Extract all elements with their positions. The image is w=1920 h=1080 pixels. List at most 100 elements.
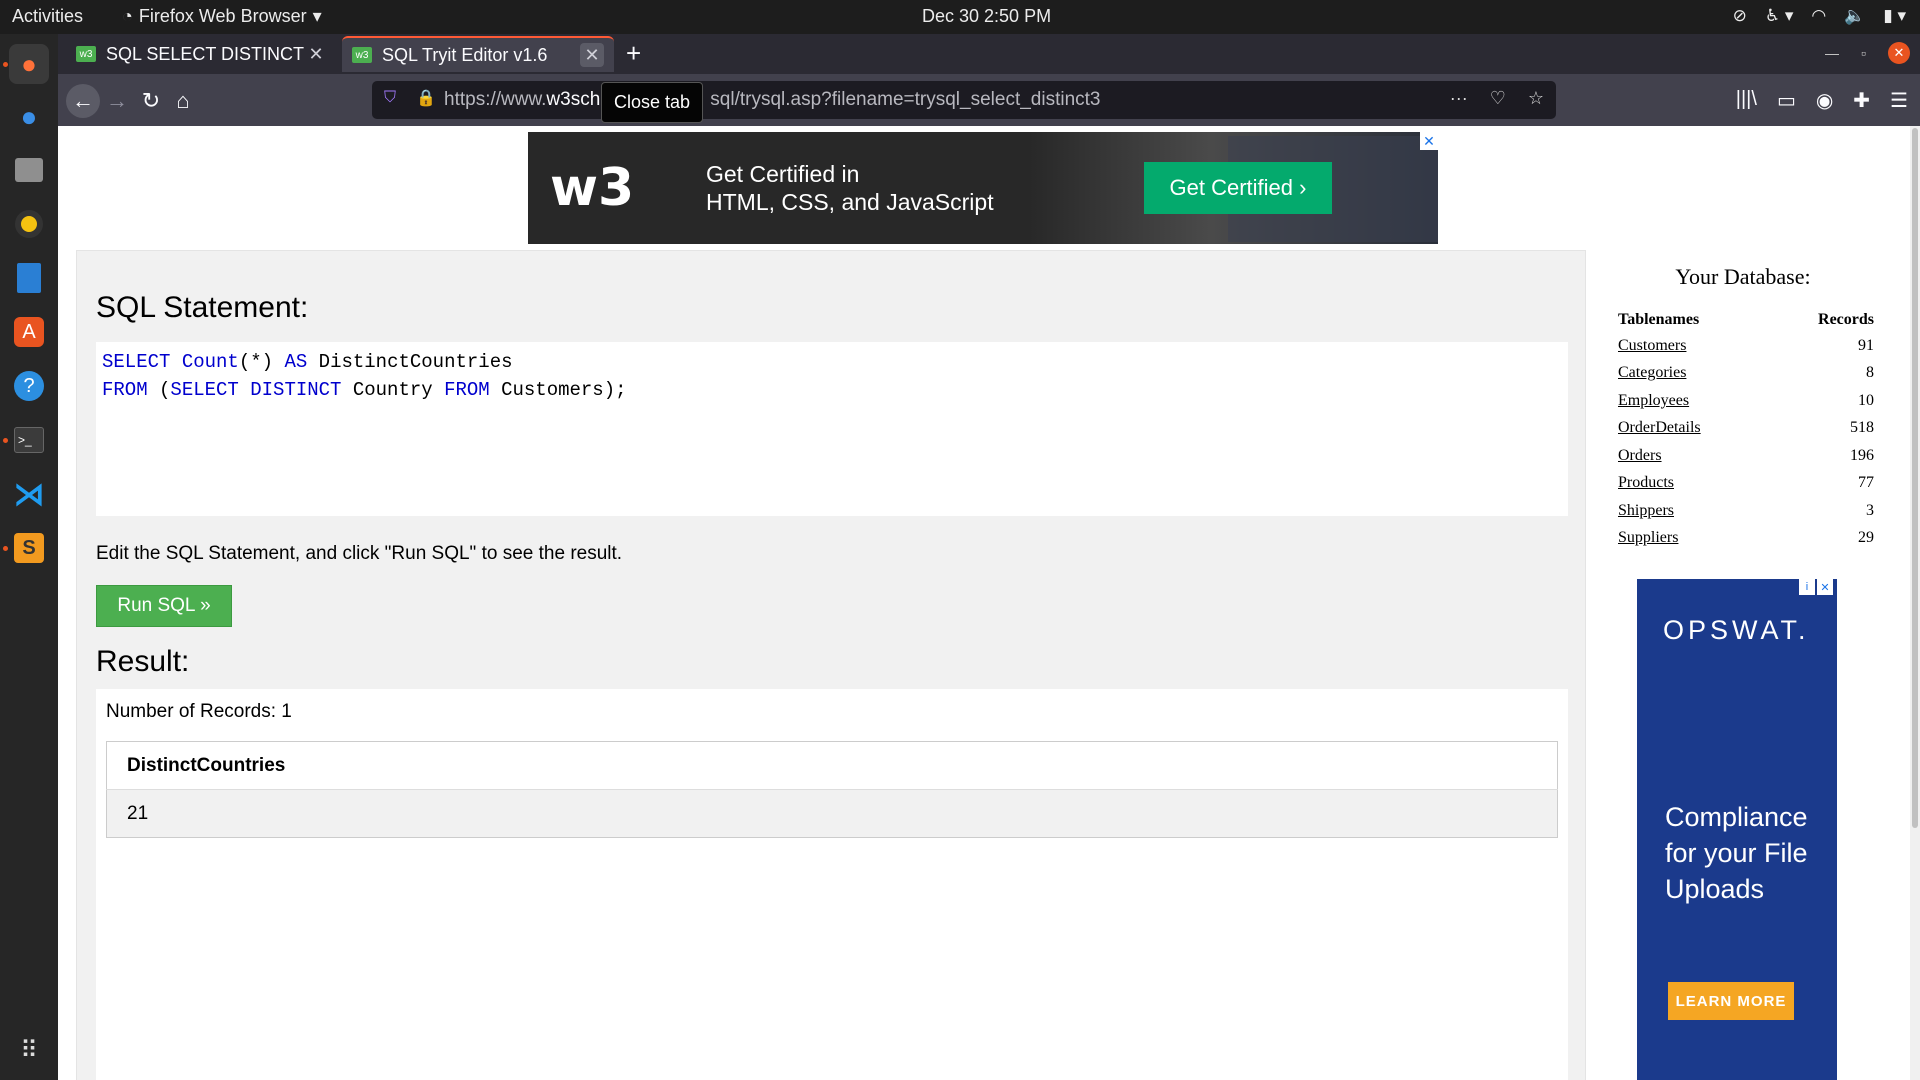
- volume-icon[interactable]: 🔈: [1844, 6, 1865, 26]
- accessibility-icon[interactable]: ♿ ▾: [1765, 6, 1794, 26]
- shield-icon[interactable]: ⛉: [384, 89, 396, 107]
- account-icon[interactable]: ◉: [1816, 88, 1833, 113]
- help-icon[interactable]: ?: [9, 366, 49, 406]
- table-cell: 21: [106, 789, 1558, 838]
- tab-label: SQL Tryit Editor v1.6: [382, 44, 548, 65]
- url-text[interactable]: https://www.w3sch sql/trysql.asp?filename…: [444, 89, 1101, 111]
- learn-more-button[interactable]: LEARN MORE: [1668, 982, 1794, 1020]
- sql-keyword: FROM: [444, 379, 490, 401]
- record-count-cell: 77: [1858, 474, 1874, 492]
- back-icon[interactable]: ←: [66, 84, 100, 118]
- w3-logo: w3: [550, 158, 635, 218]
- files-icon[interactable]: [9, 150, 49, 190]
- url-bar-actions: ··· ♡ ☆: [1450, 88, 1544, 109]
- sidebar-icon[interactable]: ▭: [1777, 88, 1796, 113]
- sql-token: Country: [341, 379, 445, 401]
- thunderbird-icon[interactable]: ●: [9, 97, 49, 137]
- more-actions-icon[interactable]: ···: [1450, 88, 1468, 109]
- wifi-icon[interactable]: ◠: [1811, 6, 1826, 26]
- banner-ad[interactable]: w3 Get Certified in HTML, CSS, and JavaS…: [528, 132, 1438, 244]
- system-tray[interactable]: ⊘ ♿ ▾ ◠ 🔈 ▮ ▾: [1733, 6, 1906, 26]
- code-line-1: SELECT Count(*) AS DistinctCountries: [102, 348, 1562, 376]
- table-row: 21: [106, 789, 1558, 838]
- url-bar[interactable]: ⛉ 🔒 https://www.w3sch sql/trysql.asp?file…: [372, 81, 1556, 119]
- close-icon[interactable]: ✕: [304, 42, 328, 66]
- get-certified-button[interactable]: Get Certified ›: [1144, 162, 1332, 214]
- close-window-icon[interactable]: ✕: [1888, 42, 1910, 64]
- close-tab-tooltip: Close tab: [601, 82, 704, 123]
- running-indicator: [3, 438, 8, 443]
- app-grid-icon[interactable]: ⠿: [9, 1030, 49, 1070]
- record-count-cell: 91: [1858, 336, 1874, 354]
- bookmark-star-icon[interactable]: ☆: [1528, 88, 1544, 109]
- dock: ● ● A ? >_ ⋊ S ⠿: [0, 34, 58, 1080]
- record-count-cell: 518: [1850, 419, 1874, 437]
- app-menu[interactable]: ◔ Firefox Web Browser ▾: [122, 6, 322, 27]
- column-header: DistinctCountries: [106, 741, 1558, 790]
- minimize-icon[interactable]: —: [1825, 45, 1839, 61]
- table-link-products[interactable]: Products: [1618, 474, 1674, 491]
- sql-token: Customers);: [489, 379, 627, 401]
- terminal-icon[interactable]: >_: [9, 420, 49, 460]
- table-row: Customers 91: [1618, 332, 1874, 360]
- toolbar-right: |||\ ▭ ◉ ✚ ☰: [1736, 88, 1908, 113]
- sql-token: DistinctCountries: [307, 351, 513, 373]
- table-link-categories[interactable]: Categories: [1618, 364, 1686, 381]
- ad-choices: i ✕: [1799, 579, 1833, 595]
- web-page: w3 Get Certified in HTML, CSS, and JavaS…: [58, 126, 1910, 1080]
- close-ad-icon[interactable]: ✕: [1420, 132, 1438, 150]
- rhythmbox-icon[interactable]: [9, 204, 49, 244]
- ad-info-icon[interactable]: i: [1799, 579, 1815, 595]
- table-row: OrderDetails 518: [1618, 415, 1874, 443]
- writer-icon[interactable]: [9, 258, 49, 298]
- software-center-icon[interactable]: A: [9, 312, 49, 352]
- result-panel: Number of Records: 1 DistinctCountries 2…: [96, 689, 1568, 1080]
- database-table: Tablenames Records Customers 91 Categorie…: [1618, 308, 1874, 552]
- reload-icon[interactable]: ↻: [134, 84, 168, 118]
- battery-icon[interactable]: ▮ ▾: [1883, 6, 1906, 26]
- tab-sql-select-distinct[interactable]: w3 SQL SELECT DISTINCT St ✕: [66, 36, 338, 72]
- tab-sql-tryit-editor[interactable]: w3 SQL Tryit Editor v1.6 ✕: [342, 36, 614, 72]
- firefox-icon[interactable]: ●: [9, 44, 49, 84]
- sql-keyword: SELECT DISTINCT: [170, 379, 342, 401]
- new-tab-icon[interactable]: +: [626, 38, 641, 69]
- table-row: Employees 10: [1618, 387, 1874, 415]
- run-sql-button[interactable]: Run SQL »: [96, 585, 232, 627]
- database-heading: Your Database:: [1675, 264, 1811, 289]
- table-link-employees[interactable]: Employees: [1618, 392, 1689, 409]
- close-icon[interactable]: ✕: [580, 43, 604, 67]
- table-link-shippers[interactable]: Shippers: [1618, 502, 1674, 519]
- home-icon[interactable]: ⌂: [166, 84, 200, 118]
- library-icon[interactable]: |||\: [1736, 88, 1757, 113]
- menu-icon[interactable]: ☰: [1890, 88, 1908, 113]
- record-count-cell: 10: [1858, 391, 1874, 409]
- maximize-icon[interactable]: ▫: [1861, 45, 1866, 61]
- table-link-suppliers[interactable]: Suppliers: [1618, 529, 1678, 546]
- extensions-icon[interactable]: ✚: [1853, 88, 1870, 113]
- activities-button[interactable]: Activities: [12, 6, 83, 27]
- table-link-orderdetails[interactable]: OrderDetails: [1618, 419, 1701, 436]
- table-link-orders[interactable]: Orders: [1618, 447, 1662, 464]
- update-icon[interactable]: ⊘: [1733, 6, 1747, 26]
- banner-ad-text: Get Certified in HTML, CSS, and JavaScri…: [706, 160, 994, 216]
- table-header-row: DistinctCountries: [106, 741, 1558, 790]
- scrollbar-thumb[interactable]: [1912, 128, 1918, 828]
- record-count-cell: 29: [1858, 529, 1874, 547]
- table-link-customers[interactable]: Customers: [1618, 337, 1686, 354]
- record-count-cell: 196: [1850, 446, 1874, 464]
- records-header: Records: [1818, 311, 1874, 328]
- close-ad-icon[interactable]: ✕: [1817, 579, 1833, 595]
- lock-icon[interactable]: 🔒: [416, 88, 436, 108]
- tab-label: SQL SELECT DISTINCT St: [106, 43, 304, 64]
- database-panel: Your Database: Tablenames Records Custom…: [1608, 250, 1878, 552]
- code-line-2: FROM (SELECT DISTINCT Country FROM Custo…: [102, 376, 1562, 404]
- clock[interactable]: Dec 30 2:50 PM: [922, 6, 1051, 27]
- sublime-text-icon[interactable]: S: [9, 528, 49, 568]
- result-table: DistinctCountries 21: [106, 741, 1558, 838]
- app-menu-label: Firefox Web Browser: [138, 6, 307, 26]
- sql-editor[interactable]: SELECT Count(*) AS DistinctCountries FRO…: [96, 342, 1568, 516]
- side-ad[interactable]: i ✕ OPSWAT. Compliance for your File Upl…: [1637, 579, 1837, 1080]
- pocket-icon[interactable]: ♡: [1490, 88, 1506, 109]
- forward-icon[interactable]: →: [100, 84, 134, 118]
- vscode-icon[interactable]: ⋊: [9, 474, 49, 514]
